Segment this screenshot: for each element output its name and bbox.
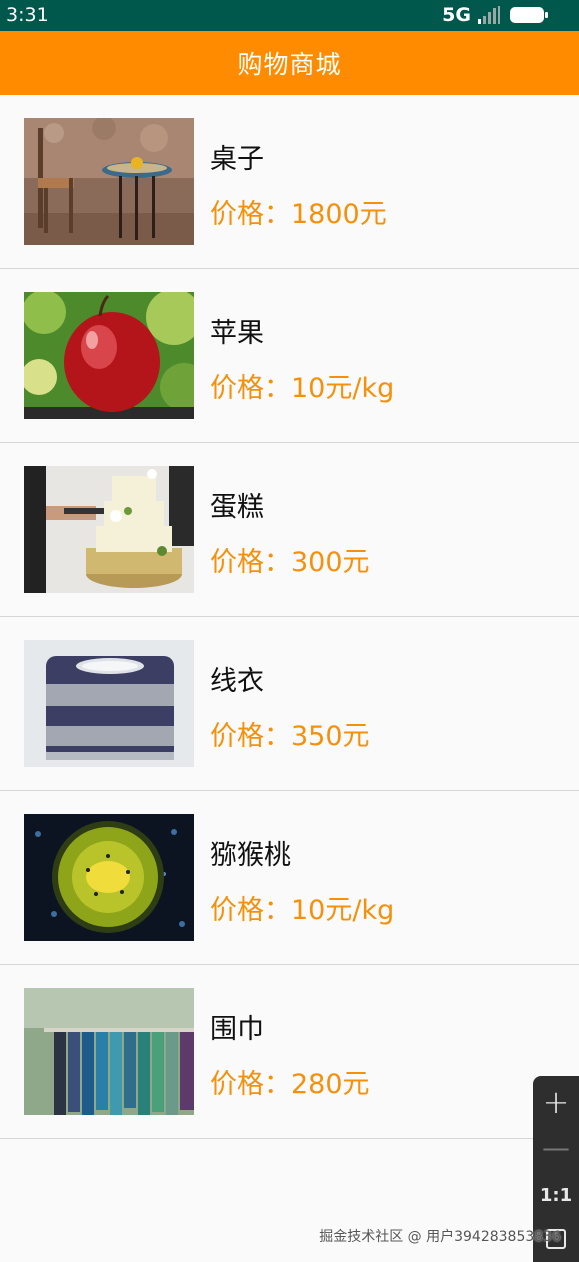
battery-icon xyxy=(510,7,548,23)
status-bar: 3:31 5G xyxy=(0,0,579,31)
signal-icon xyxy=(478,6,500,24)
apple-photo xyxy=(24,292,194,419)
product-price: 价格：350元 xyxy=(210,721,370,752)
cake-photo xyxy=(24,466,194,593)
product-price: 价格：10元/kg xyxy=(210,895,395,926)
status-time: 3:31 xyxy=(6,4,49,26)
zoom-out-button[interactable]: — xyxy=(533,1126,579,1170)
product-name: 苹果 xyxy=(210,318,264,349)
zoom-in-button[interactable]: + xyxy=(533,1080,579,1124)
app-bar: 购物商城 xyxy=(0,31,579,95)
product-price: 价格：300元 xyxy=(210,547,370,578)
scarves-photo xyxy=(24,988,194,1115)
zoom-reset-button[interactable]: 1:1 xyxy=(533,1176,579,1216)
product-price: 价格：10元/kg xyxy=(210,373,395,404)
product-name: 猕猴桃 xyxy=(210,840,291,871)
table-photo xyxy=(24,118,194,245)
product-name: 线衣 xyxy=(210,666,264,697)
product-price: 价格：1800元 xyxy=(210,199,387,230)
network-label: 5G xyxy=(442,4,471,26)
page-title: 购物商城 xyxy=(237,50,342,79)
product-name: 蛋糕 xyxy=(210,492,264,523)
list-item[interactable]: 桌子 价格：1800元 xyxy=(0,95,579,269)
list-item[interactable]: 围巾 价格：280元 xyxy=(0,965,579,1139)
product-name: 围巾 xyxy=(210,1014,264,1045)
status-icons: 5G xyxy=(442,3,549,27)
list-item[interactable]: 猕猴桃 价格：10元/kg xyxy=(0,791,579,965)
sweater-photo xyxy=(24,640,194,767)
product-name: 桌子 xyxy=(210,144,264,175)
product-price: 价格：280元 xyxy=(210,1069,370,1100)
list-item[interactable]: 线衣 价格：350元 xyxy=(0,617,579,791)
kiwi-photo xyxy=(24,814,194,941)
list-item[interactable]: 苹果 价格：10元/kg xyxy=(0,269,579,443)
product-list: 桌子 价格：1800元 苹果 价格：10元/kg 蛋糕 价格：300元 线衣 价… xyxy=(0,95,579,1139)
watermark: 掘金技术社区 @ 用户394283853836 xyxy=(319,1229,561,1245)
list-item[interactable]: 蛋糕 价格：300元 xyxy=(0,443,579,617)
